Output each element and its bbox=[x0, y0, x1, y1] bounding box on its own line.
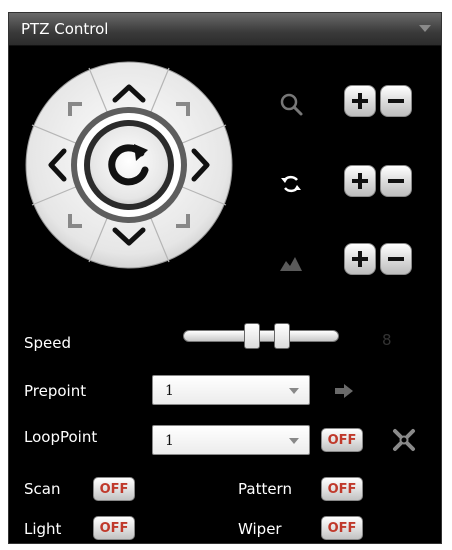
speed-slider-track[interactable] bbox=[183, 330, 339, 342]
iris-close-button[interactable] bbox=[380, 243, 412, 275]
speed-slider-handle[interactable] bbox=[274, 323, 290, 349]
panel-title-bar[interactable]: PTZ Control bbox=[9, 13, 441, 46]
chevron-down-icon bbox=[289, 388, 299, 394]
light-toggle-button[interactable]: OFF bbox=[93, 516, 135, 540]
looppoint-toggle-button[interactable]: OFF bbox=[321, 428, 363, 452]
light-toggle-label: OFF bbox=[99, 521, 129, 536]
prepoint-selected-value: 1 bbox=[165, 383, 174, 399]
ptz-direction-pad bbox=[25, 61, 233, 269]
panel-title: PTZ Control bbox=[21, 20, 109, 38]
zoom-control-row bbox=[278, 85, 418, 125]
light-label: Light bbox=[24, 520, 62, 538]
wiper-toggle-label: OFF bbox=[327, 521, 357, 536]
prepoint-select[interactable]: 1 bbox=[152, 375, 310, 405]
focus-rotate-icon bbox=[281, 175, 301, 193]
scan-toggle-label: OFF bbox=[99, 482, 129, 497]
prepoint-label: Prepoint bbox=[24, 382, 87, 400]
zoom-out-button[interactable] bbox=[380, 85, 412, 117]
collapse-caret-icon[interactable] bbox=[419, 25, 431, 32]
pattern-label: Pattern bbox=[238, 480, 292, 498]
speed-value: 8 bbox=[382, 331, 392, 349]
zoom-in-button[interactable] bbox=[344, 85, 376, 117]
speed-slider-handle-left[interactable] bbox=[244, 323, 260, 349]
pattern-toggle-label: OFF bbox=[327, 482, 357, 497]
looppoint-select[interactable]: 1 bbox=[152, 425, 310, 455]
focus-control-row bbox=[278, 165, 418, 205]
chevron-down-icon bbox=[289, 438, 299, 444]
looppoint-label: LoopPoint bbox=[24, 428, 98, 446]
iris-control-row bbox=[278, 243, 418, 283]
speed-label: Speed bbox=[24, 334, 72, 352]
wiper-label: Wiper bbox=[238, 520, 282, 538]
pattern-toggle-button[interactable]: OFF bbox=[321, 477, 363, 501]
focus-far-button[interactable] bbox=[380, 165, 412, 197]
scan-toggle-button[interactable]: OFF bbox=[93, 477, 135, 501]
arrow-go-icon[interactable] bbox=[334, 383, 354, 399]
looppoint-selected-value: 1 bbox=[165, 433, 174, 449]
scan-label: Scan bbox=[24, 480, 61, 498]
looppoint-toggle-label: OFF bbox=[327, 433, 357, 448]
wiper-toggle-button[interactable]: OFF bbox=[321, 516, 363, 540]
iris-mountain-icon bbox=[280, 257, 302, 271]
focus-near-button[interactable] bbox=[344, 165, 376, 197]
tools-icon[interactable] bbox=[392, 428, 416, 452]
iris-open-button[interactable] bbox=[344, 243, 376, 275]
magnifier-icon bbox=[280, 93, 303, 116]
